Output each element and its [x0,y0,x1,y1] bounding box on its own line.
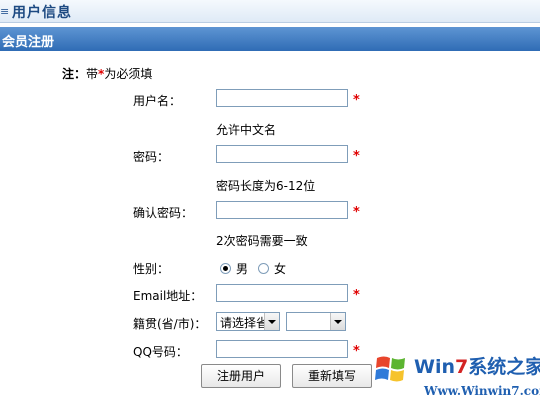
confirm-password-input[interactable] [216,201,348,219]
username-hint: 允许中文名 [216,123,277,137]
bullet-icon: ≡ [0,5,10,18]
gender-female-label: 女 [274,262,287,276]
reset-button[interactable]: 重新填写 [292,364,372,388]
username-required-mark: * [353,93,360,108]
required-note: 注：带*为必须填 [62,65,152,82]
watermark-url: Www.Winwin7.com [424,384,540,398]
email-required-mark: * [353,288,360,303]
email-input[interactable] [216,284,348,302]
confirm-password-required-mark: * [353,205,360,220]
gender-label: 性别： [133,262,170,276]
brand-seven: 7 [455,356,469,378]
registration-page: ≡ 用户信息 会员注册 注：带*为必须填 用户名： * 允许中文名 密码： * … [0,0,540,407]
confirm-password-label: 确认密码： [133,206,194,220]
register-button[interactable]: 注册用户 [201,364,281,388]
password-label: 密码： [133,150,170,164]
password-required-mark: * [353,149,360,164]
chevron-down-icon [264,313,279,330]
gender-male-radio[interactable] [220,263,231,274]
qq-input[interactable] [216,340,348,358]
city-select[interactable] [286,312,346,331]
origin-label: 籍贯(省/市)： [133,317,207,331]
gender-female-radio[interactable] [258,263,270,274]
gender-male-label: 男 [236,262,249,276]
watermark-brand: Win7系统之家 [414,352,540,379]
watermark-logo: Win7系统之家 Www.Winwin7.com [372,350,540,407]
brand-prefix: Win [414,356,455,378]
chevron-down-icon [330,313,345,330]
confirm-password-hint: 2次密码需要一致 [216,234,308,248]
gender-radio-group: 男 女 [220,260,296,277]
note-prefix: 注： [62,67,87,81]
province-select-value: 请选择省 [220,316,264,330]
page-title: 用户信息 [12,5,72,21]
section-header: 会员注册 [0,27,540,51]
note-text-before: 带 [86,67,99,81]
title-bar: ≡ 用户信息 [0,0,540,23]
qq-required-mark: * [353,344,360,359]
province-select[interactable]: 请选择省 [216,312,280,331]
brand-suffix: 系统之家 [468,356,540,378]
password-input[interactable] [216,145,348,163]
username-label: 用户名： [133,94,182,108]
section-title: 会员注册 [2,35,55,50]
note-text-after: 为必须填 [104,67,153,81]
password-hint: 密码长度为6-12位 [216,179,316,193]
username-input[interactable] [216,89,348,107]
windows-flag-icon [375,356,405,382]
qq-label: QQ号码： [133,345,188,359]
email-label: Email地址： [133,289,203,303]
